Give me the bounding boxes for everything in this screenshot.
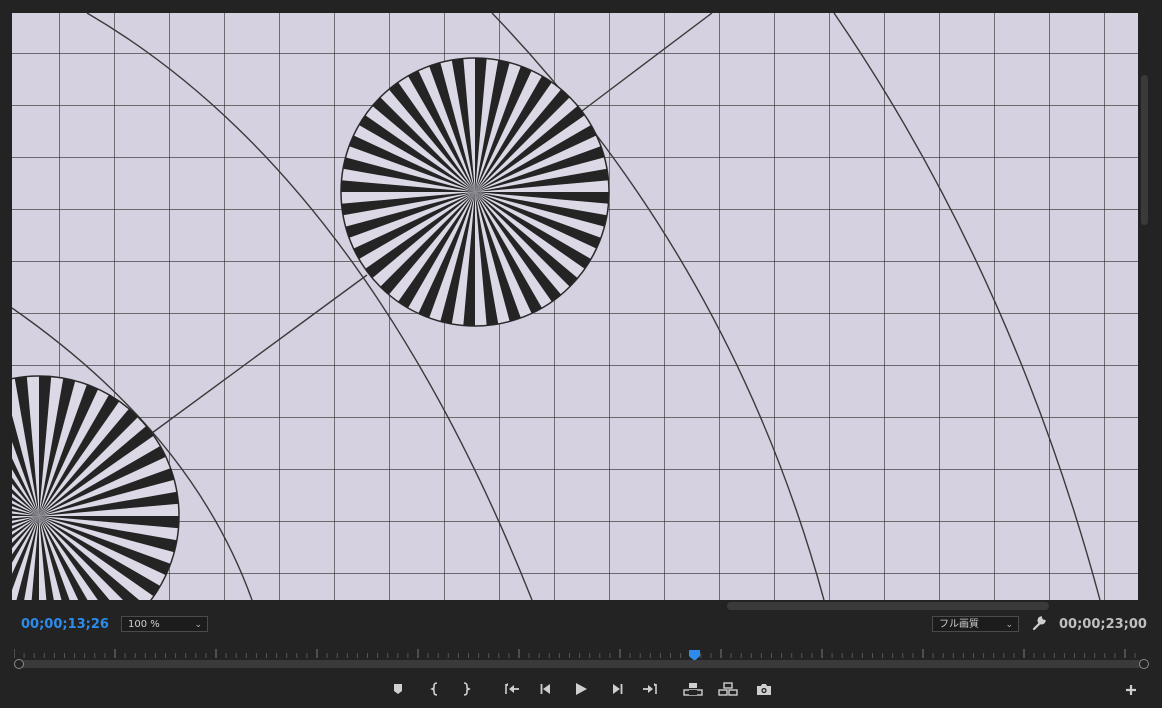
lift-button[interactable]	[683, 680, 703, 698]
go-to-out-button[interactable]	[641, 680, 659, 698]
go-to-in-icon	[504, 683, 520, 695]
vertical-scroll-thumb[interactable]	[1141, 75, 1148, 225]
play-button[interactable]	[572, 680, 590, 698]
zoom-level-value: 100 %	[128, 619, 160, 630]
step-forward-icon	[610, 683, 624, 695]
chevron-down-icon: ⌄	[194, 620, 202, 630]
horizontal-scroll-thumb[interactable]	[727, 602, 1049, 610]
time-ruler[interactable]	[14, 645, 1144, 659]
extract-icon	[718, 682, 738, 696]
playback-resolution-select[interactable]: フル画質 ⌄	[932, 616, 1019, 632]
marker-icon	[392, 683, 404, 695]
add-marker-button[interactable]	[389, 680, 407, 698]
wrench-icon[interactable]	[1031, 615, 1047, 631]
duration-timecode: 00;00;23;00	[1059, 617, 1147, 632]
export-frame-button[interactable]	[755, 680, 773, 698]
lift-icon	[683, 682, 703, 696]
chevron-down-icon: ⌄	[1005, 620, 1013, 630]
play-icon	[574, 682, 588, 696]
step-forward-button[interactable]	[608, 680, 626, 698]
mark-in-icon	[430, 682, 440, 696]
test-chart-image	[12, 13, 1138, 600]
step-back-button[interactable]	[537, 680, 555, 698]
playback-resolution-value: フル画質	[939, 619, 979, 630]
mark-out-icon	[461, 682, 471, 696]
video-frame	[12, 13, 1138, 600]
go-to-in-button[interactable]	[503, 680, 521, 698]
extract-button[interactable]	[718, 680, 738, 698]
plus-icon	[1125, 684, 1137, 696]
zoom-scroll-bar[interactable]	[18, 660, 1144, 668]
current-timecode[interactable]: 00;00;13;26	[21, 617, 109, 633]
zoom-handle-right[interactable]	[1139, 659, 1149, 669]
camera-icon	[756, 683, 772, 696]
playhead-marker[interactable]	[689, 646, 701, 661]
mark-in-button[interactable]	[426, 680, 444, 698]
vertical-scrollbar[interactable]	[1138, 13, 1150, 600]
button-editor-button[interactable]	[1122, 681, 1140, 699]
go-to-out-icon	[642, 683, 658, 695]
mark-out-button[interactable]	[457, 680, 475, 698]
zoom-level-select[interactable]: 100 % ⌄	[121, 616, 208, 632]
step-back-icon	[539, 683, 553, 695]
zoom-handle-left[interactable]	[14, 659, 24, 669]
horizontal-scrollbar[interactable]	[12, 600, 1138, 612]
